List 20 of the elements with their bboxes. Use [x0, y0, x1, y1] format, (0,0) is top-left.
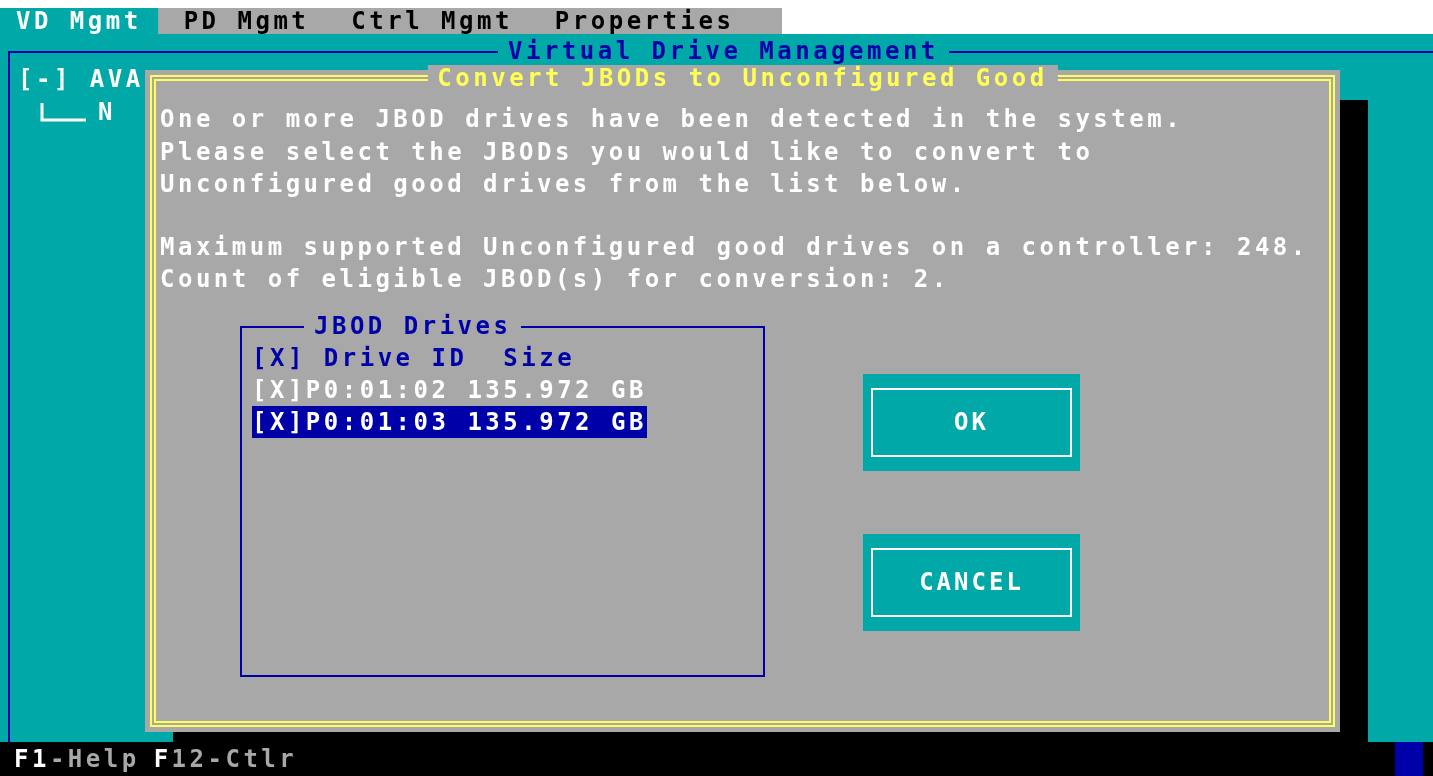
list-header: [X] Drive ID Size — [252, 342, 577, 374]
list-row[interactable]: [X]P0:01:03 135.972 GB — [252, 405, 647, 438]
status-block — [1395, 742, 1423, 776]
message-line: Count of eligible JBOD(s) for conversion: 2. — [160, 264, 951, 295]
message-line: One or more JBOD drives have been detected in the system. — [160, 104, 1185, 135]
message-line: Maximum supported Unconfigured good drives on a controller: 248. — [160, 231, 1310, 263]
hotkey: F — [153, 745, 172, 773]
dialog-title: Convert JBODs to Unconfigured Good — [427, 65, 1058, 91]
tree-connector-icon — [40, 102, 86, 123]
message-line: Please select the JBODs you would like to convert to — [160, 136, 1095, 168]
dialog-button[interactable]: OK — [863, 373, 1080, 471]
menu-tab[interactable]: VD Mgmt — [0, 8, 158, 34]
dialog-button[interactable]: CANCEL — [863, 533, 1080, 631]
hotkey: F1 — [14, 745, 50, 773]
hotkey-label: -Help — [49, 745, 140, 773]
list-row[interactable]: [X]P0:01:02 135.972 GB — [252, 373, 647, 406]
message-line: Unconfigured good drives from the list below. — [160, 169, 969, 200]
hotkey-label: 12-Ctlr — [171, 745, 298, 773]
panel-title: Virtual Drive Management — [498, 37, 949, 65]
tree-item[interactable]: N — [98, 96, 116, 129]
